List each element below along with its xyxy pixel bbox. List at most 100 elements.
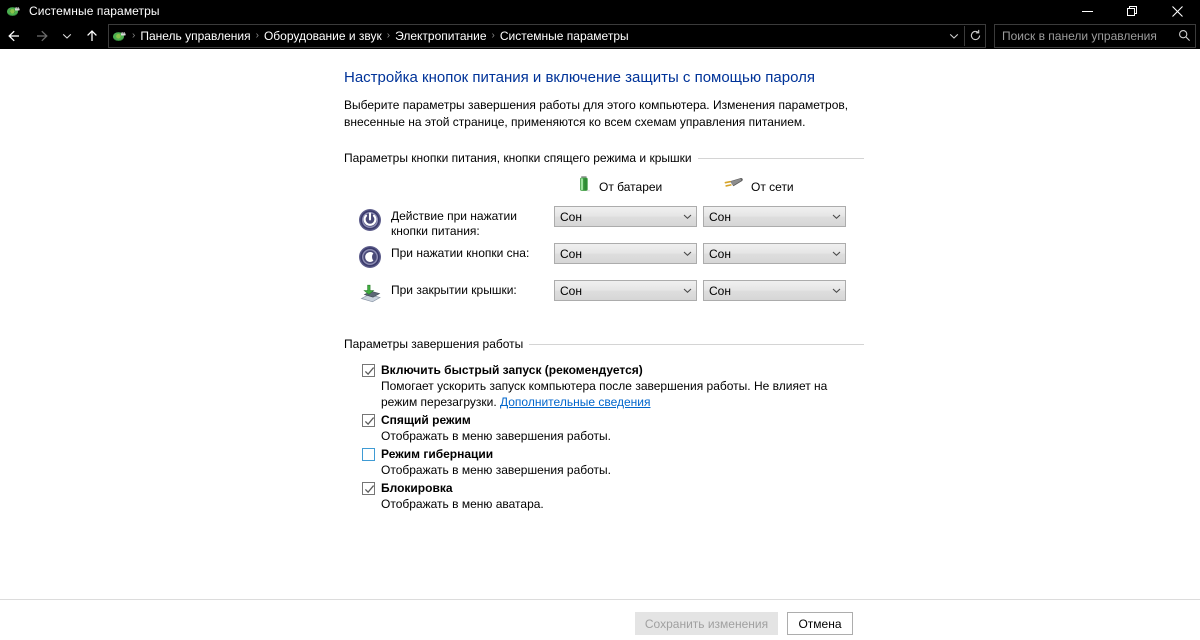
chevron-down-icon bbox=[679, 212, 696, 221]
shutdown-options-list: Включить быстрый запуск (рекомендуется) … bbox=[344, 362, 864, 512]
shutdown-settings-group-label: Параметры завершения работы bbox=[344, 337, 524, 351]
power-plug-icon bbox=[722, 175, 744, 198]
power-buttons-group-header: Параметры кнопки питания, кнопки спящего… bbox=[344, 150, 864, 166]
address-bar-controls bbox=[944, 25, 985, 46]
setting-combos-power-button: Сон Сон bbox=[554, 206, 849, 227]
learn-more-link[interactable]: Дополнительные сведения bbox=[500, 395, 650, 409]
breadcrumb-separator-0: › bbox=[132, 29, 136, 41]
power-options-icon bbox=[6, 3, 22, 19]
breadcrumb-separator-2: › bbox=[386, 29, 391, 41]
checkbox-description-fast-startup: Помогает ускорить запуск компьютера посл… bbox=[344, 378, 841, 410]
setting-label-lid-close: При закрытии крышки: bbox=[391, 283, 517, 297]
search-box[interactable]: Поиск в панели управления bbox=[994, 23, 1196, 48]
setting-label-sleep-button: При нажатии кнопки сна: bbox=[391, 246, 530, 260]
combo-power-button-battery[interactable]: Сон bbox=[554, 206, 697, 227]
navigation-bar: › Панель управления › Оборудование и зву… bbox=[0, 22, 1200, 49]
cancel-button[interactable]: Отмена bbox=[787, 612, 853, 635]
group-divider bbox=[697, 157, 864, 159]
list-item: Режим гибернации Отображать в меню завер… bbox=[344, 446, 864, 478]
setting-row-sleep-button: При нажатии кнопки сна: Сон Сон bbox=[344, 243, 864, 280]
power-buttons-group: Параметры кнопки питания, кнопки спящего… bbox=[344, 150, 864, 317]
column-header-plugged-in: От сети bbox=[722, 175, 868, 198]
combo-power-button-plugged[interactable]: Сон bbox=[703, 206, 846, 227]
power-buttons-group-label: Параметры кнопки питания, кнопки спящего… bbox=[344, 151, 692, 165]
breadcrumb-item-power-options[interactable]: Электропитание bbox=[392, 28, 489, 44]
address-power-options-icon bbox=[112, 28, 128, 44]
checkbox-label-hibernate: Режим гибернации bbox=[381, 447, 494, 461]
back-arrow-icon[interactable] bbox=[0, 23, 28, 49]
checkbox-description-hibernate: Отображать в меню завершения работы. bbox=[381, 463, 612, 477]
breadcrumb-separator-1: › bbox=[255, 29, 259, 41]
checkbox-lock[interactable] bbox=[362, 482, 375, 495]
checkbox-label-sleep: Спящий режим bbox=[381, 413, 471, 427]
chevron-down-icon bbox=[679, 249, 696, 258]
column-header-battery: От батареи bbox=[576, 175, 722, 198]
breadcrumb-separator-3: › bbox=[491, 29, 495, 41]
checkbox-row-fast-startup[interactable]: Включить быстрый запуск (рекомендуется) bbox=[344, 362, 864, 378]
setting-row-power-button: Действие при нажатии кнопки питания: Сон… bbox=[344, 206, 864, 243]
checkbox-label-fast-startup: Включить быстрый запуск (рекомендуется) bbox=[381, 363, 643, 377]
page-description: Выберите параметры завершения работы для… bbox=[344, 98, 849, 129]
checkbox-description-sleep: Отображать в меню завершения работы. bbox=[381, 429, 612, 443]
column-headers: От батареи От сети bbox=[344, 175, 864, 198]
group-divider bbox=[529, 343, 864, 345]
up-arrow-icon[interactable] bbox=[78, 23, 106, 49]
combo-sleep-button-battery[interactable]: Сон bbox=[554, 243, 697, 264]
power-button-icon bbox=[358, 208, 382, 232]
caption-buttons bbox=[1065, 0, 1200, 22]
minimize-icon[interactable] bbox=[1065, 0, 1110, 22]
checkbox-fast-startup[interactable] bbox=[362, 364, 375, 377]
laptop-lid-icon bbox=[358, 282, 382, 306]
chevron-down-icon bbox=[828, 286, 845, 295]
search-icon[interactable] bbox=[1173, 26, 1195, 46]
combo-power-button-plugged-value: Сон bbox=[709, 209, 731, 224]
combo-lid-close-plugged-value: Сон bbox=[709, 283, 731, 298]
search-input[interactable]: Поиск в панели управления bbox=[995, 28, 1173, 44]
footer-buttons: Сохранить изменения Отмена bbox=[635, 612, 853, 635]
close-icon[interactable] bbox=[1155, 0, 1200, 22]
breadcrumb-item-control-panel[interactable]: Панель управления bbox=[137, 28, 253, 44]
combo-lid-close-battery-value: Сон bbox=[560, 283, 582, 298]
footer-bar: Сохранить изменения Отмена bbox=[0, 599, 1200, 640]
breadcrumb-item-hardware-and-sound[interactable]: Оборудование и звук bbox=[261, 28, 385, 44]
list-item: Спящий режим Отображать в меню завершени… bbox=[344, 412, 864, 444]
content-area: Настройка кнопок питания и включение защ… bbox=[0, 49, 1200, 599]
restore-icon[interactable] bbox=[1110, 0, 1155, 22]
combo-sleep-button-plugged[interactable]: Сон bbox=[703, 243, 846, 264]
combo-sleep-button-plugged-value: Сон bbox=[709, 246, 731, 261]
refresh-icon[interactable] bbox=[965, 26, 985, 46]
checkbox-row-sleep[interactable]: Спящий режим bbox=[344, 412, 864, 428]
checkbox-description-lock: Отображать в меню аватара. bbox=[381, 497, 544, 511]
address-chevron-down-icon[interactable] bbox=[944, 26, 964, 46]
power-settings-rows: Действие при нажатии кнопки питания: Сон… bbox=[344, 206, 864, 317]
control-panel-window: Системные параметры › Панель управления … bbox=[0, 0, 1200, 640]
list-item: Включить быстрый запуск (рекомендуется) … bbox=[344, 362, 864, 410]
recent-locations-chevron-down-icon[interactable] bbox=[56, 23, 78, 49]
address-bar[interactable]: › Панель управления › Оборудование и зву… bbox=[108, 23, 986, 48]
save-changes-button: Сохранить изменения bbox=[635, 612, 778, 635]
breadcrumb-item-system-settings[interactable]: Системные параметры bbox=[497, 28, 632, 44]
chevron-down-icon bbox=[828, 212, 845, 221]
checkbox-sleep[interactable] bbox=[362, 414, 375, 427]
list-item: Блокировка Отображать в меню аватара. bbox=[344, 480, 864, 512]
checkbox-hibernate[interactable] bbox=[362, 448, 375, 461]
combo-lid-close-battery[interactable]: Сон bbox=[554, 280, 697, 301]
battery-icon bbox=[576, 175, 592, 198]
breadcrumb: › Панель управления › Оборудование и зву… bbox=[130, 28, 944, 44]
settings-page: Настройка кнопок питания и включение защ… bbox=[344, 68, 864, 514]
chevron-down-icon bbox=[828, 249, 845, 258]
combo-lid-close-plugged[interactable]: Сон bbox=[703, 280, 846, 301]
checkbox-row-hibernate[interactable]: Режим гибернации bbox=[344, 446, 864, 462]
column-header-plugged-label: От сети bbox=[751, 179, 794, 194]
setting-row-lid-close: При закрытии крышки: Сон Сон bbox=[344, 280, 864, 317]
forward-arrow-icon bbox=[28, 23, 56, 49]
setting-label-power-button: Действие при нажатии кнопки питания: bbox=[391, 209, 517, 238]
setting-combos-sleep-button: Сон Сон bbox=[554, 243, 849, 264]
shutdown-settings-group-header: Параметры завершения работы bbox=[344, 336, 864, 352]
combo-power-button-battery-value: Сон bbox=[560, 209, 582, 224]
sleep-button-icon bbox=[358, 245, 382, 269]
checkbox-row-lock[interactable]: Блокировка bbox=[344, 480, 864, 496]
title-bar: Системные параметры bbox=[0, 0, 1200, 22]
window-title: Системные параметры bbox=[29, 4, 160, 18]
combo-sleep-button-battery-value: Сон bbox=[560, 246, 582, 261]
